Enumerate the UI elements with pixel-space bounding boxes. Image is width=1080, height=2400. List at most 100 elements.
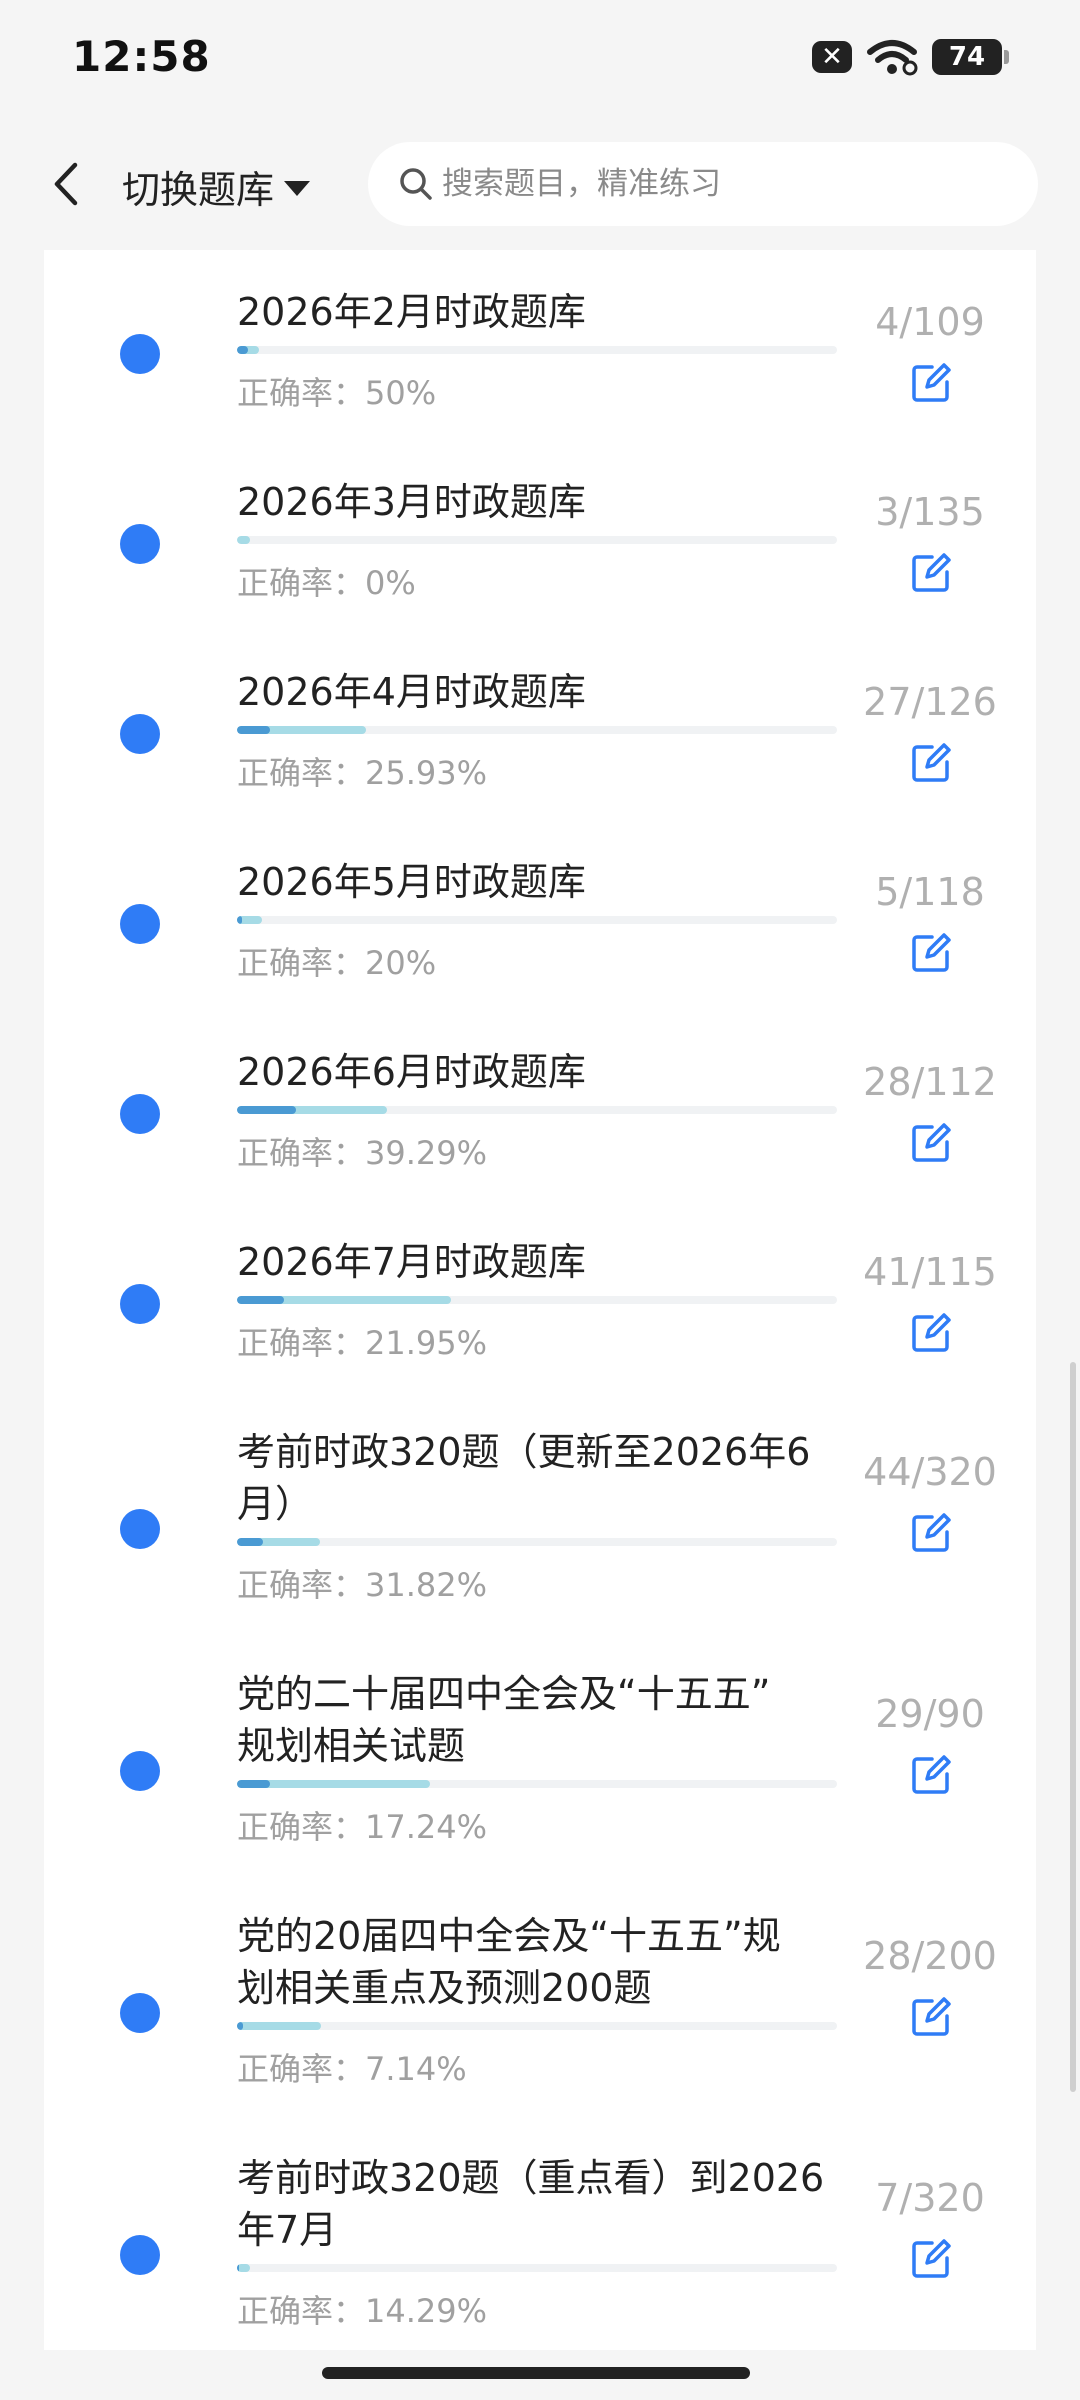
- edit-icon: [912, 1123, 951, 1162]
- practice-button[interactable]: [910, 362, 952, 404]
- practice-button[interactable]: [910, 2238, 952, 2280]
- accuracy-label: 正确率：: [237, 1808, 366, 1846]
- header-bar: 切换题库: [0, 118, 1080, 250]
- progress-count: 27/126: [863, 680, 997, 724]
- status-dot: [120, 1509, 160, 1549]
- accuracy-value: 39.29%: [365, 1134, 488, 1172]
- switch-bank-label: 切换题库: [122, 167, 275, 212]
- question-bank-list: 2026年2月时政题库 正确率：50% 4/109 2026年3月时政题库正确率： 0%…: [44, 250, 1036, 2350]
- accuracy-label: 正确率：: [237, 2050, 366, 2088]
- item-title: 2026年4月时政题库: [237, 670, 586, 714]
- item-title: 党的20届四中全会及“十五五”规 划相关重点及预测200题: [237, 1910, 837, 2014]
- progress-correct-fill: [237, 1106, 296, 1114]
- progress-correct-fill: [237, 1780, 271, 1788]
- progress-correct-fill: [237, 2022, 243, 2030]
- chevron-left-icon: [54, 162, 78, 206]
- list-item[interactable]: 2026年2月时政题库 正确率：50% 4/109: [44, 290, 1036, 480]
- progress-bar: [237, 2022, 837, 2030]
- status-icons: ✕ 74: [812, 38, 1009, 76]
- accuracy-text: 正确率：31.82%: [237, 1560, 487, 1606]
- status-dot: [120, 1284, 160, 1324]
- accuracy-value: 20%: [365, 944, 437, 982]
- home-indicator[interactable]: [322, 2367, 750, 2379]
- progress-bar: [237, 1296, 837, 1304]
- practice-button[interactable]: [910, 1512, 952, 1554]
- accuracy-label: 正确率：: [237, 2292, 366, 2330]
- accuracy-value: 25.93%: [365, 754, 488, 792]
- status-dot: [120, 524, 160, 564]
- status-dot: [120, 1751, 160, 1791]
- accuracy-text: 正确率：20%: [237, 938, 436, 984]
- list-item[interactable]: 党的20届四中全会及“十五五”规 划相关重点及预测200题 正确率：7.14% 28/…: [44, 1914, 1036, 2156]
- practice-button[interactable]: [910, 1754, 952, 1796]
- edit-icon: [912, 1313, 951, 1352]
- scrollbar[interactable]: [1070, 1362, 1076, 2092]
- practice-button[interactable]: [910, 1122, 952, 1164]
- accuracy-label: 正确率：: [237, 1324, 366, 1362]
- status-dot: [120, 334, 160, 374]
- status-dot: [120, 714, 160, 754]
- accuracy-value: 50%: [365, 374, 437, 412]
- practice-button[interactable]: [910, 1312, 952, 1354]
- accuracy-value: 14.29%: [365, 2292, 488, 2330]
- accuracy-value: 0%: [365, 564, 416, 602]
- status-dot: [120, 2235, 160, 2275]
- progress-correct-fill: [237, 726, 271, 734]
- list-item[interactable]: 2026年5月时政题库 正确率：20% 5/118: [44, 860, 1036, 1050]
- list-item[interactable]: 2026年6月时政题库 正确率：39.29% 28/112: [44, 1050, 1036, 1240]
- list-item[interactable]: 考前时政320题（重点看）到2026 年7月 正确率：14.29% 7/320: [44, 2156, 1036, 2398]
- list-item[interactable]: 2026年7月时政题库 正确率：21.95% 41/115: [44, 1240, 1036, 1430]
- progress-bar: [237, 1538, 837, 1546]
- item-title: 考前时政320题（更新至2026年6 月）: [237, 1426, 837, 1530]
- item-title: 2026年5月时政题库: [237, 860, 586, 904]
- accuracy-value: 17.24%: [365, 1808, 488, 1846]
- progress-correct-fill: [237, 1296, 284, 1304]
- progress-count: 28/112: [863, 1060, 997, 1104]
- search-box[interactable]: [368, 142, 1038, 226]
- practice-button[interactable]: [910, 1996, 952, 2038]
- progress-count: 3/135: [875, 490, 985, 534]
- progress-correct-fill: [237, 916, 243, 924]
- switch-bank-dropdown[interactable]: 切换题库: [122, 158, 311, 214]
- accuracy-text: 正确率：39.29%: [237, 1128, 487, 1174]
- status-dot: [120, 904, 160, 944]
- edit-icon: [912, 553, 951, 592]
- item-title-line: 党的20届四中全会及“十五五”规: [237, 1914, 781, 1958]
- list-item[interactable]: 考前时政320题（更新至2026年6 月） 正确率：31.82% 44/320: [44, 1430, 1036, 1672]
- item-title-line: 党的二十届四中全会及“十五五”: [237, 1672, 771, 1716]
- list-item[interactable]: 2026年3月时政题库 正确率：0% 3/135: [44, 480, 1036, 670]
- accuracy-text: 正确率：7.14%: [237, 2044, 467, 2090]
- progress-fill: [237, 2022, 321, 2030]
- item-title: 考前时政320题（重点看）到2026 年7月: [237, 2152, 837, 2256]
- item-title: 2026年2月时政题库: [237, 290, 586, 334]
- search-icon: [400, 168, 432, 200]
- list-item[interactable]: 2026年4月时政题库正确率：25.93% 27/126: [44, 670, 1036, 860]
- progress-correct-fill: [237, 346, 248, 354]
- progress-correct-fill: [237, 1538, 264, 1546]
- progress-count: 7/320: [875, 2176, 985, 2220]
- back-button[interactable]: [40, 156, 90, 212]
- accuracy-label: 正确率：: [237, 754, 366, 792]
- item-title-line: 年7月: [237, 2208, 338, 2252]
- progress-bar: [237, 1780, 837, 1788]
- progress-count: 29/90: [875, 1692, 985, 1736]
- status-time: 12:58: [72, 32, 211, 81]
- accuracy-text: 正确率：21.95%: [237, 1318, 487, 1364]
- item-title: 2026年3月时政题库: [237, 480, 586, 524]
- item-title: 2026年6月时政题库: [237, 1050, 586, 1094]
- progress-fill: [237, 536, 251, 544]
- progress-count: 44/320: [863, 1450, 997, 1494]
- no-sim-icon: ✕: [812, 41, 852, 73]
- list-item[interactable]: 党的二十届四中全会及“十五五” 规划相关试题 正确率：17.24% 29/90: [44, 1672, 1036, 1914]
- practice-button[interactable]: [910, 742, 952, 784]
- practice-button[interactable]: [910, 552, 952, 594]
- practice-button[interactable]: [910, 932, 952, 974]
- accuracy-label: 正确率：: [237, 944, 366, 982]
- edit-icon: [912, 1755, 951, 1794]
- progress-bar: [237, 346, 837, 354]
- search-input[interactable]: [442, 166, 1002, 202]
- progress-bar: [237, 726, 837, 734]
- item-title-line: 划相关重点及预测200题: [237, 1966, 652, 2010]
- accuracy-value: 31.82%: [365, 1566, 488, 1604]
- edit-icon: [912, 743, 951, 782]
